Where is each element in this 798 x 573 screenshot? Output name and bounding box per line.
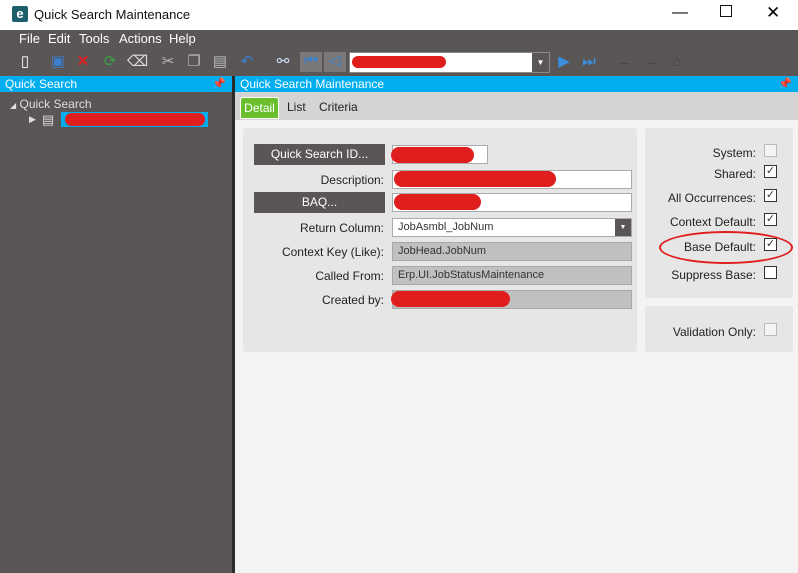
first-record-icon[interactable]: ⏮ [300, 52, 322, 72]
tab-list[interactable]: List [287, 97, 306, 119]
tab-detail[interactable]: Detail [240, 97, 279, 119]
context-key-field[interactable]: JobHead.JobNum [392, 242, 632, 261]
tree-root[interactable]: ◢ Quick Search [10, 97, 92, 111]
minimize-button[interactable]: — [672, 4, 688, 22]
return-column-value: JobAsmbl_JobNum [398, 221, 494, 233]
menu-file[interactable]: File [19, 31, 40, 46]
save-icon[interactable]: ▣ [49, 53, 67, 71]
document-icon: ▤ [42, 112, 55, 127]
redacted-mark [65, 113, 205, 126]
panel-title: Quick Search [5, 77, 78, 91]
validation-only-label: Validation Only: [672, 325, 756, 339]
redacted-mark [394, 194, 481, 210]
undo-icon[interactable]: ↶ [238, 53, 256, 71]
tab-criteria[interactable]: Criteria [319, 97, 358, 119]
panel-title: Quick Search Maintenance [240, 77, 385, 91]
annotation-circle [659, 231, 793, 264]
close-button[interactable]: ✕ [766, 3, 780, 23]
created-by-label: Created by: [321, 293, 384, 307]
system-checkbox[interactable] [764, 144, 777, 157]
last-record-icon[interactable]: ⏭ [580, 53, 598, 71]
panel-header: Quick Search 📌 [0, 76, 232, 92]
validation-only-checkbox[interactable] [764, 323, 777, 336]
suppress-base-checkbox[interactable] [764, 266, 777, 279]
chevron-down-icon[interactable]: ▼ [532, 53, 549, 72]
all-occurrences-checkbox[interactable]: ✓ [764, 189, 777, 202]
menu-edit[interactable]: Edit [48, 31, 70, 46]
redacted-mark [391, 291, 510, 307]
baq-button[interactable]: BAQ... [254, 192, 385, 213]
return-column-select[interactable]: JobAsmbl_JobNum ▼ [392, 218, 632, 237]
redacted-mark [352, 56, 446, 68]
paste-icon[interactable]: ▤ [211, 53, 229, 71]
delete-icon[interactable]: ✕ [74, 53, 92, 71]
record-selector[interactable]: ▼ [349, 52, 550, 73]
back-icon[interactable]: ← [616, 53, 634, 71]
copy-icon[interactable]: ❐ [185, 53, 203, 71]
refresh-icon[interactable]: ⟳ [101, 53, 119, 71]
pin-icon[interactable]: 📌 [212, 76, 226, 92]
panel-header: Quick Search Maintenance 📌 [235, 76, 798, 92]
tree-item-selected[interactable] [61, 112, 208, 127]
app-logo-icon: e [12, 6, 28, 22]
quick-search-panel: Quick Search 📌 ◢ Quick Search ▶ ▤ [0, 76, 232, 573]
called-from-label: Called From: [315, 269, 384, 283]
suppress-base-label: Suppress Base: [671, 268, 756, 282]
called-from-field[interactable]: Erp.UI.JobStatusMaintenance [392, 266, 632, 285]
new-icon[interactable]: ▯ [16, 53, 34, 71]
menu-actions[interactable]: Actions [119, 31, 162, 46]
previous-record-icon[interactable]: ◁ [324, 52, 346, 72]
menu-help[interactable]: Help [169, 31, 196, 46]
cut-icon[interactable]: ✂ [159, 53, 177, 71]
redacted-mark [391, 147, 474, 163]
collapse-icon[interactable]: ◢ [10, 101, 16, 110]
home-icon[interactable]: ⌂ [668, 53, 686, 71]
shared-label: Shared: [713, 167, 756, 181]
menu-tools[interactable]: Tools [79, 31, 109, 46]
system-label: System: [712, 146, 756, 160]
forward-icon[interactable]: → [642, 53, 660, 71]
tree-root-label: Quick Search [19, 97, 92, 111]
pin-icon[interactable]: 📌 [778, 76, 792, 92]
menu-bar: File Edit Tools Actions Help [0, 30, 798, 48]
all-occurrences-label: All Occurrences: [667, 191, 756, 205]
search-icon[interactable]: ⚯ [274, 53, 292, 71]
title-bar: e Quick Search Maintenance — ✕ [0, 0, 798, 30]
context-default-checkbox[interactable]: ✓ [764, 213, 777, 226]
maximize-button[interactable] [720, 5, 732, 17]
quick-search-id-button[interactable]: Quick Search ID... [254, 144, 385, 165]
shared-checkbox[interactable]: ✓ [764, 165, 777, 178]
context-key-label: Context Key (Like): [281, 245, 384, 259]
context-default-label: Context Default: [669, 215, 756, 229]
expand-icon[interactable]: ▶ [29, 114, 36, 125]
redacted-mark [394, 171, 556, 187]
return-column-label: Return Column: [299, 221, 384, 235]
window-title: Quick Search Maintenance [34, 7, 191, 22]
tab-strip: Detail List Criteria [235, 92, 798, 120]
description-label: Description: [320, 173, 384, 187]
clear-icon[interactable]: ⌫ [127, 53, 148, 71]
toolbar: ▯ ▣ ✕ ⟳ ⌫ ✂ ❐ ▤ ↶ ⚯ ⏮ ◁ ▼ ▶ ⏭ ← → ⌂ [0, 48, 798, 76]
next-record-icon[interactable]: ▶ [555, 53, 573, 71]
